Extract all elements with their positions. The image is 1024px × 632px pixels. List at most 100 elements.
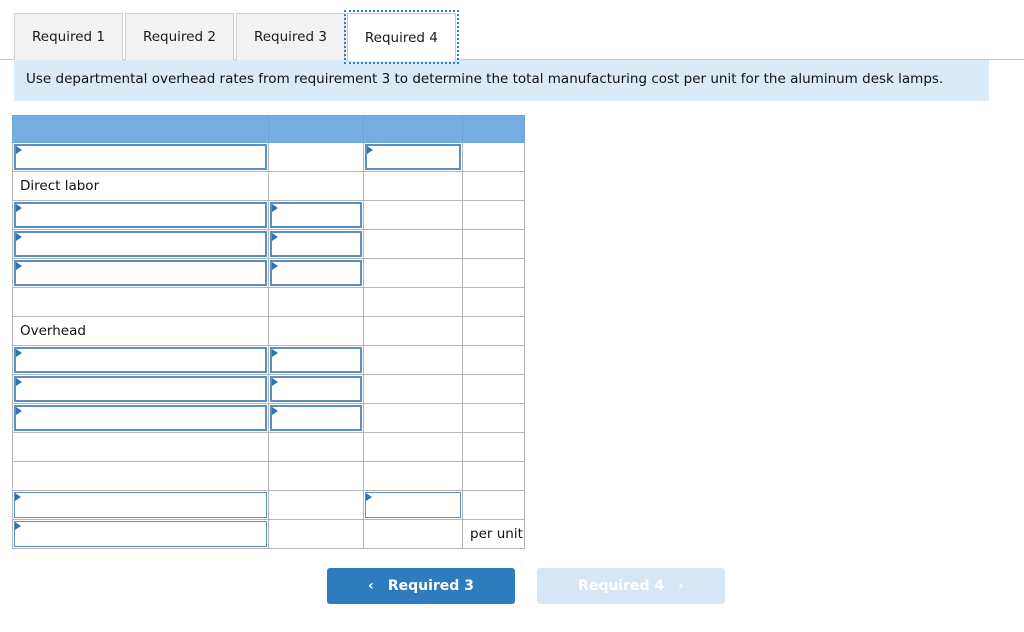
cell-input[interactable] [14, 492, 267, 519]
worksheet-empty-cell [363, 403, 463, 434]
cell-input[interactable] [365, 144, 461, 171]
table-row: per unit [12, 519, 525, 550]
worksheet-input-cell[interactable] [268, 200, 364, 231]
cell-input[interactable] [14, 521, 267, 548]
tab-label: Required 1 [32, 29, 105, 45]
cell-input[interactable] [14, 144, 267, 171]
worksheet-header-cell [462, 115, 525, 144]
worksheet-input-cell[interactable] [12, 200, 269, 231]
worksheet-input-cell[interactable] [268, 258, 364, 289]
worksheet-empty-cell [268, 490, 364, 521]
tab-required-2[interactable]: Required 2 [124, 13, 234, 60]
table-row: Direct labor [12, 171, 525, 202]
worksheet-empty-cell [363, 316, 463, 347]
table-row [12, 490, 525, 521]
tab-label: Required 4 [364, 29, 438, 46]
worksheet-empty-cell [363, 171, 463, 202]
tab-label: Required 3 [253, 29, 327, 45]
worksheet-body: Direct labor Overhead per unit [12, 115, 525, 550]
worksheet-input-cell[interactable] [12, 229, 269, 260]
worksheet-empty-cell [462, 258, 525, 289]
worksheet-empty-cell [363, 519, 463, 550]
cell-input[interactable] [365, 492, 461, 519]
tab-required-4[interactable]: Required 4 [343, 10, 459, 64]
worksheet-empty-cell [12, 461, 269, 492]
tab-label: Required 2 [142, 29, 216, 45]
worksheet-empty-cell [268, 461, 364, 492]
cell-input[interactable] [14, 376, 267, 403]
prev-requirement-button[interactable]: ‹ Required 3 [327, 568, 515, 605]
cell-input[interactable] [270, 260, 362, 287]
table-row [12, 200, 525, 231]
cell-input[interactable] [270, 231, 362, 258]
chevron-left-icon: ‹ [368, 578, 374, 595]
worksheet-empty-cell [462, 316, 525, 347]
worksheet-input-cell[interactable] [268, 229, 364, 260]
cell-input[interactable] [14, 260, 267, 287]
cell-input[interactable] [270, 376, 362, 403]
cell-input[interactable] [270, 347, 362, 374]
worksheet-empty-cell [363, 461, 463, 492]
worksheet-empty-cell [462, 142, 525, 173]
worksheet-header-cell [363, 115, 463, 144]
worksheet-label-cell: Direct labor [12, 171, 269, 202]
worksheet-input-cell[interactable] [12, 403, 269, 434]
worksheet-empty-cell [462, 200, 525, 231]
table-row [12, 345, 525, 376]
row-label: Overhead [20, 323, 86, 340]
worksheet-empty-cell [462, 490, 525, 521]
table-row [12, 374, 525, 405]
requirement-nav: ‹ Required 3 Required 4 › [0, 568, 1024, 605]
table-row [12, 258, 525, 289]
worksheet-input-cell[interactable] [268, 403, 364, 434]
cell-input[interactable] [14, 405, 267, 432]
worksheet-empty-cell [363, 287, 463, 318]
worksheet-empty-cell [462, 403, 525, 434]
worksheet-input-cell[interactable] [268, 345, 364, 376]
row-label: Direct labor [20, 178, 100, 195]
worksheet-empty-cell [363, 200, 463, 231]
table-row [12, 432, 525, 463]
worksheet-input-cell[interactable] [12, 142, 269, 173]
worksheet-container: Direct labor Overhead per unit [12, 115, 1024, 550]
tab-required-1[interactable]: Required 1 [14, 13, 123, 60]
table-row [12, 142, 525, 173]
worksheet-empty-cell [12, 287, 269, 318]
worksheet-empty-cell [462, 287, 525, 318]
per-unit-cell: per unit [462, 519, 525, 550]
worksheet-input-cell[interactable] [12, 519, 269, 550]
cell-input[interactable] [14, 202, 267, 229]
worksheet-input-cell[interactable] [363, 142, 463, 173]
table-row [12, 287, 525, 318]
worksheet-input-cell[interactable] [12, 374, 269, 405]
worksheet-input-cell[interactable] [268, 374, 364, 405]
worksheet-empty-cell [268, 432, 364, 463]
worksheet-input-cell[interactable] [12, 345, 269, 376]
worksheet-empty-cell [268, 316, 364, 347]
worksheet-input-cell[interactable] [12, 490, 269, 521]
table-row: Overhead [12, 316, 525, 347]
worksheet-empty-cell [363, 258, 463, 289]
cell-input[interactable] [270, 202, 362, 229]
instruction-banner: Use departmental overhead rates from req… [14, 60, 989, 102]
cell-input[interactable] [270, 405, 362, 432]
worksheet-table: Direct labor Overhead per unit [12, 115, 525, 550]
worksheet-empty-cell [462, 432, 525, 463]
worksheet-empty-cell [12, 432, 269, 463]
worksheet-empty-cell [462, 171, 525, 202]
worksheet-empty-cell [268, 519, 364, 550]
chevron-right-icon: › [678, 578, 684, 595]
next-requirement-label: Required 4 [578, 578, 665, 595]
worksheet-header-row [12, 115, 525, 144]
cell-input[interactable] [14, 347, 267, 374]
worksheet-empty-cell [268, 287, 364, 318]
worksheet-input-cell[interactable] [363, 490, 463, 521]
worksheet-empty-cell [462, 374, 525, 405]
worksheet-header-cell [12, 115, 269, 144]
worksheet-empty-cell [462, 345, 525, 376]
cell-input[interactable] [14, 231, 267, 258]
per-unit-label: per unit [470, 526, 523, 543]
worksheet-input-cell[interactable] [12, 258, 269, 289]
table-row [12, 461, 525, 492]
tab-required-3[interactable]: Required 3 [235, 13, 345, 60]
